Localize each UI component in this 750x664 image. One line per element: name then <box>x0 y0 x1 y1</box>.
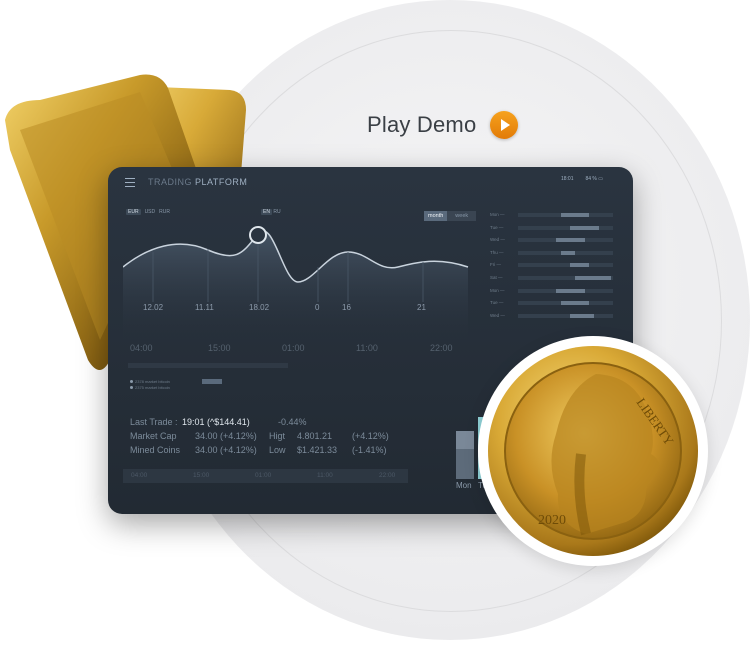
language-en[interactable]: EN <box>261 209 272 215</box>
day-range-fill <box>570 263 590 268</box>
day-track <box>518 313 613 318</box>
bottom-timeline[interactable]: 04:00 15:00 01:00 11:00 22:00 <box>123 469 408 483</box>
day-range-row: Tue — <box>490 222 620 235</box>
low-label: Low <box>269 445 286 455</box>
high-value: 4.801.21 <box>297 431 333 441</box>
bottom-time-label: 11:00 <box>317 472 333 479</box>
currency-eur[interactable]: EUR <box>126 209 141 215</box>
day-range-row: Fri — <box>490 259 620 272</box>
day-range-row: Mon — <box>490 209 620 222</box>
day-range-row: Wed — <box>490 310 620 323</box>
language-selector: EN RU <box>261 209 281 215</box>
high-label: Higt <box>269 431 286 441</box>
day-track <box>518 263 613 268</box>
play-demo-label[interactable]: Play Demo <box>367 112 476 138</box>
volume-label: Mon <box>456 481 472 490</box>
day-label: Wed — <box>490 237 505 243</box>
day-range-fill <box>560 250 575 255</box>
legend-item: 2378 market bitcoin <box>135 379 170 384</box>
market-cap-value: 34.00 (+4.12%) <box>195 431 257 441</box>
toggle-month[interactable]: month <box>424 211 448 221</box>
battery-indicator: 84 % ▭ <box>585 176 603 182</box>
play-demo[interactable]: Play Demo <box>367 111 519 139</box>
chart-area <box>123 230 468 342</box>
mini-toggle[interactable] <box>202 379 222 384</box>
chart-legend: 2378 market bitcoin 2375 market bitcoin <box>130 379 170 391</box>
bottom-time-label: 04:00 <box>131 472 148 479</box>
coin-year: 2020 <box>538 513 566 528</box>
day-label: Mon — <box>490 287 505 293</box>
point-label: 18.02 <box>249 303 270 312</box>
high-change: (+4.12%) <box>352 431 389 441</box>
last-trade-value: 19:01 (^$144.41) <box>182 417 250 427</box>
scroll-track[interactable] <box>128 363 288 368</box>
day-range-row: Sat — <box>490 272 620 285</box>
weekday-ranges: Mon — Tue — Wed — Thu — Fri — Sat — Mon — Tue —… <box>490 209 620 322</box>
period-toggle[interactable]: month week <box>424 211 477 221</box>
last-trade-change: -0.44% <box>278 417 307 427</box>
low-value: $1.421.33 <box>297 445 338 455</box>
stats-panel: Last Trade : 19:01 (^$144.41) -0.44% Mar… <box>130 417 389 459</box>
day-label: Mon — <box>490 212 505 217</box>
bottom-time-label: 01:00 <box>255 472 272 479</box>
chart-highlight-point <box>249 226 267 244</box>
point-label: 11.11 <box>195 303 214 312</box>
volume-bar-mon <box>456 431 474 479</box>
point-label: 0 <box>315 303 320 312</box>
day-range-fill <box>570 313 594 318</box>
bottom-time-label: 15:00 <box>193 472 210 479</box>
mined-coins-value: 34.00 (+4.12%) <box>195 445 257 455</box>
gold-coin-frame: LIBERTY 2020 <box>478 336 708 566</box>
mined-coins-label: Mined Coins <box>130 445 181 455</box>
day-label: Wed — <box>490 312 505 318</box>
time-label: 22:00 <box>430 343 453 353</box>
currency-rur[interactable]: RUR <box>159 209 170 215</box>
market-cap-label: Market Cap <box>130 431 177 441</box>
currency-usd[interactable]: USD <box>145 209 156 215</box>
play-icon[interactable] <box>490 111 519 139</box>
legend-item: 2375 market bitcoin <box>135 385 170 390</box>
day-range-fill <box>560 301 590 306</box>
day-range-row: Tue — <box>490 297 620 310</box>
day-track <box>518 225 613 230</box>
menu-icon[interactable] <box>125 178 135 187</box>
toggle-week[interactable]: week <box>447 211 477 221</box>
price-chart: 12.02 11.11 18.02 0 16 21 <box>123 226 469 342</box>
currency-selector: EUR USD RUR <box>126 209 170 215</box>
day-range-fill <box>556 238 585 243</box>
time-label: 11:00 <box>356 343 378 353</box>
last-trade-label: Last Trade : <box>130 417 178 427</box>
day-label: Tue — <box>490 224 504 230</box>
app-title: TRADING PLATFORM <box>148 177 248 187</box>
point-label: 21 <box>417 303 426 312</box>
day-label: Tue — <box>490 300 504 306</box>
day-range-fill <box>560 213 590 217</box>
time-label: 04:00 <box>130 343 153 353</box>
day-range-row: Thu — <box>490 247 620 260</box>
day-range-fill <box>556 288 585 293</box>
day-range-row: Mon — <box>490 285 620 298</box>
time-label: 15:00 <box>208 343 231 353</box>
day-range-row: Wed — <box>490 234 620 247</box>
bottom-time-label: 22:00 <box>379 472 396 479</box>
status-bar: 18:01 84 % ▭ <box>561 176 603 182</box>
status-time: 18:01 <box>560 176 574 182</box>
day-label: Fri — <box>490 262 501 268</box>
point-label: 16 <box>342 303 351 312</box>
day-label: Thu — <box>490 249 504 255</box>
gold-coin-image: LIBERTY 2020 <box>488 346 698 556</box>
day-label: Sat — <box>490 274 503 280</box>
day-range-fill <box>570 225 599 230</box>
point-label: 12.02 <box>143 303 164 312</box>
time-label: 01:00 <box>282 343 305 353</box>
day-range-fill <box>575 275 612 280</box>
language-ru[interactable]: RU <box>273 209 280 215</box>
low-change: (-1.41%) <box>352 445 387 455</box>
